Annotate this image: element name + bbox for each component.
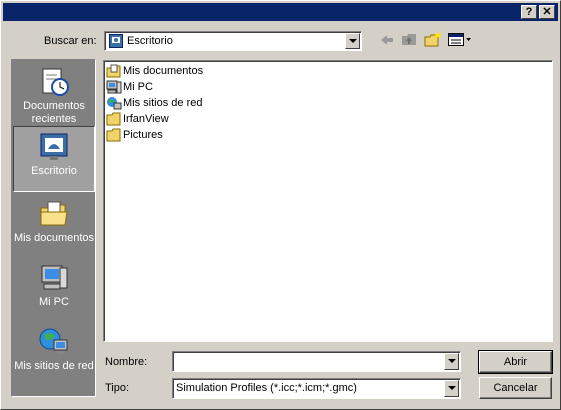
network-places-icon bbox=[38, 326, 70, 358]
filetype-select[interactable]: Simulation Profiles (*.icc;*.icm;*.gmc) bbox=[172, 378, 461, 399]
close-icon: ✕ bbox=[542, 6, 552, 18]
list-item[interactable]: Mi PC bbox=[106, 79, 153, 95]
places-bar: Documentos recientes Escritorio Mis docu… bbox=[11, 59, 96, 397]
place-recent[interactable]: Documentos recientes bbox=[13, 62, 95, 125]
back-icon[interactable] bbox=[380, 34, 394, 49]
filename-field[interactable] bbox=[172, 351, 461, 372]
filetype-dropdown-button[interactable] bbox=[444, 380, 459, 397]
filename-label: Nombre: bbox=[105, 356, 148, 368]
help-icon: ? bbox=[525, 6, 533, 18]
new-folder-icon[interactable] bbox=[424, 31, 442, 50]
filename-dropdown-button[interactable] bbox=[444, 353, 459, 370]
open-button-label: Abrir bbox=[503, 356, 528, 368]
recent-documents-icon bbox=[38, 66, 70, 98]
title-bar: ? ✕ bbox=[3, 3, 558, 21]
my-computer-icon bbox=[106, 80, 122, 94]
help-button[interactable]: ? bbox=[521, 5, 537, 19]
place-desktop[interactable]: Escritorio bbox=[13, 126, 95, 192]
lookin-value: Escritorio bbox=[127, 35, 173, 47]
list-item[interactable]: Mis sitios de red bbox=[106, 95, 202, 111]
place-label: Mis sitios de red bbox=[14, 360, 94, 372]
network-places-icon bbox=[106, 96, 122, 110]
file-name: Mis documentos bbox=[123, 65, 204, 77]
desktop-icon bbox=[109, 34, 123, 48]
desktop-icon bbox=[38, 131, 70, 163]
place-label: Escritorio bbox=[31, 165, 77, 177]
view-menu-icon[interactable] bbox=[448, 33, 472, 50]
file-name: IrfanView bbox=[123, 113, 169, 125]
my-computer-icon bbox=[38, 262, 70, 294]
folder-icon bbox=[106, 112, 122, 126]
place-label: Documentos recientes bbox=[23, 100, 85, 125]
list-item[interactable]: Pictures bbox=[106, 127, 163, 143]
my-documents-icon bbox=[106, 64, 122, 78]
lookin-combo[interactable]: Escritorio bbox=[104, 31, 362, 51]
close-button[interactable]: ✕ bbox=[539, 5, 555, 19]
place-my-computer[interactable]: Mi PC bbox=[13, 258, 95, 320]
file-list[interactable]: Mis documentos Mi PC Mis sitios de red I… bbox=[103, 60, 553, 342]
file-name: Pictures bbox=[123, 129, 163, 141]
file-name: Mis sitios de red bbox=[123, 97, 203, 109]
cancel-button[interactable]: Cancelar bbox=[479, 377, 552, 399]
lookin-dropdown-button[interactable] bbox=[345, 33, 360, 49]
folder-icon bbox=[106, 128, 122, 142]
list-item[interactable]: IrfanView bbox=[106, 111, 169, 127]
place-network[interactable]: Mis sitios de red bbox=[13, 322, 95, 384]
open-button[interactable]: Abrir bbox=[478, 350, 553, 374]
list-item[interactable]: Mis documentos bbox=[106, 63, 203, 79]
place-label: Mis documentos bbox=[13, 232, 95, 244]
my-documents-icon bbox=[38, 198, 70, 230]
cancel-button-label: Cancelar bbox=[493, 382, 538, 394]
file-name: Mi PC bbox=[123, 81, 153, 93]
place-my-documents[interactable]: Mis documentos bbox=[13, 194, 95, 256]
filetype-label: Tipo: bbox=[105, 382, 130, 394]
lookin-label: Buscar en: bbox=[44, 35, 97, 47]
up-folder-icon[interactable] bbox=[401, 32, 417, 49]
open-file-dialog: ? ✕ Buscar en: Escritorio Documentos rec… bbox=[0, 0, 561, 410]
filetype-value: Simulation Profiles (*.icc;*.icm;*.gmc) bbox=[176, 382, 357, 394]
place-label: Mi PC bbox=[39, 296, 69, 308]
